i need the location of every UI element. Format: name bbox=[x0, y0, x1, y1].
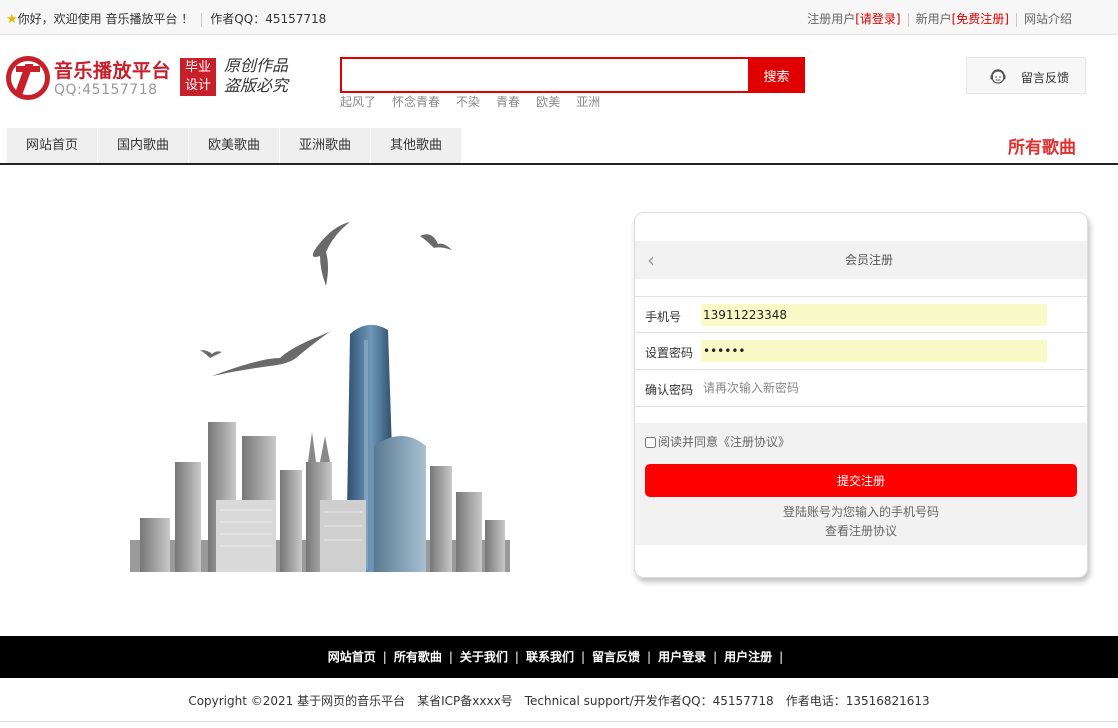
search-button[interactable]: 搜索 bbox=[748, 57, 805, 93]
graduation-badge: 毕业 设计 bbox=[180, 58, 216, 96]
footer-link-about[interactable]: 关于我们 bbox=[460, 650, 508, 664]
footer-link-login[interactable]: 用户登录 bbox=[658, 650, 706, 664]
password-label: 设置密码 bbox=[645, 346, 694, 360]
all-songs-link[interactable]: 所有歌曲 bbox=[1008, 133, 1076, 158]
footer-link-home[interactable]: 网站首页 bbox=[328, 650, 376, 664]
divider: | bbox=[514, 650, 519, 664]
phone-row: 手机号 bbox=[635, 296, 1087, 333]
author-qq-text: 作者QQ：45157718 bbox=[210, 12, 327, 26]
agree-checkbox-label[interactable]: 阅读并同意《注册协议》 bbox=[645, 433, 790, 450]
headset-icon bbox=[990, 69, 1006, 84]
icp-text: 某省ICP备xxxx号 bbox=[417, 694, 513, 708]
hot-word[interactable]: 起风了 bbox=[340, 95, 376, 109]
confirm-password-input[interactable] bbox=[701, 377, 1047, 399]
feedback-label: 留言反馈 bbox=[1021, 71, 1070, 85]
top-bar-right: 注册用户[请登录] 新用户[免费注册] 网站介绍 bbox=[807, 10, 1072, 27]
copyright-text: Copyright ©2021 基于网页的音乐平台 bbox=[188, 694, 406, 708]
hot-word[interactable]: 欧美 bbox=[536, 95, 560, 109]
divider: | bbox=[382, 650, 387, 664]
register-card: ‹ 会员注册 手机号 设置密码 确认密码 阅读并同意《注册协议》 提交注册 登陆… bbox=[634, 212, 1088, 578]
submit-register-button[interactable]: 提交注册 bbox=[645, 464, 1077, 497]
divider: | bbox=[779, 650, 784, 664]
nav-item-asian[interactable]: 亚洲歌曲 bbox=[280, 128, 370, 163]
phone-label: 手机号 bbox=[645, 310, 682, 324]
divider: | bbox=[580, 650, 586, 664]
footer-link-register[interactable]: 用户注册 bbox=[724, 650, 772, 664]
divider: | bbox=[448, 650, 453, 664]
search-input[interactable] bbox=[340, 57, 748, 93]
divider bbox=[907, 12, 909, 27]
feedback-button[interactable]: 留言反馈 bbox=[966, 57, 1086, 94]
star-icon: ★ bbox=[6, 12, 18, 27]
logo-mark-icon bbox=[6, 56, 50, 100]
nav-item-western[interactable]: 欧美歌曲 bbox=[189, 128, 279, 163]
nav-item-other[interactable]: 其他歌曲 bbox=[371, 128, 461, 163]
nav-item-domestic[interactable]: 国内歌曲 bbox=[98, 128, 188, 163]
footer-link-contact[interactable]: 联系我们 bbox=[526, 650, 574, 664]
divider: | bbox=[647, 650, 652, 664]
divider bbox=[201, 12, 203, 27]
agree-text: 阅读并同意《注册协议》 bbox=[658, 435, 791, 449]
hot-word[interactable]: 亚洲 bbox=[576, 95, 600, 109]
welcome-text: 你好，欢迎使用 音乐播放平台 ！ bbox=[17, 12, 194, 26]
bottom-divider bbox=[0, 721, 1118, 722]
logo-title: 音乐播放平台 bbox=[54, 60, 172, 82]
account-tip: 登陆账号为您输入的手机号码 bbox=[782, 505, 939, 519]
password-input[interactable] bbox=[701, 340, 1047, 362]
hot-word[interactable]: 怀念青春 bbox=[392, 95, 440, 109]
site-intro-link[interactable]: 网站介绍 bbox=[1024, 12, 1072, 26]
badge-line-1: 毕业 bbox=[184, 60, 211, 75]
nav-item-home[interactable]: 网站首页 bbox=[7, 128, 97, 163]
new-user-text: 新用户 bbox=[915, 12, 952, 26]
author-phone-text: 作者电话：13516821613 bbox=[785, 694, 930, 708]
copyright-bar: Copyright ©2021 基于网页的音乐平台 某省ICP备xxxx号 Tech… bbox=[0, 692, 1118, 709]
divider: | bbox=[713, 650, 718, 664]
password-row: 设置密码 bbox=[635, 333, 1087, 370]
hot-word[interactable]: 青春 bbox=[496, 95, 520, 109]
view-agreement-link[interactable]: 查看注册协议 bbox=[635, 522, 1087, 539]
slogan-line-2: 盗版必究 bbox=[224, 76, 289, 95]
top-bar-left: ★你好，欢迎使用 音乐播放平台 ！ 作者QQ：45157718 bbox=[6, 10, 326, 27]
support-text: Technical support/开发作者QQ：45157718 bbox=[524, 694, 774, 708]
register-header: ‹ 会员注册 bbox=[635, 241, 1087, 279]
hot-search-words: 起风了 怀念青春 不染 青春 欧美 亚洲 bbox=[340, 93, 616, 110]
main-nav: 网站首页 国内歌曲 欧美歌曲 亚洲歌曲 其他歌曲 所有歌曲 bbox=[0, 128, 1118, 165]
logo-qq: QQ:45157718 bbox=[54, 82, 158, 98]
agree-checkbox[interactable] bbox=[645, 437, 656, 448]
confirm-password-row: 确认密码 bbox=[635, 370, 1087, 407]
site-logo[interactable]: 音乐播放平台 QQ:45157718 毕业 设计 原创作品 盗版必究 bbox=[6, 54, 296, 102]
footer-link-all-songs[interactable]: 所有歌曲 bbox=[394, 650, 442, 664]
register-actions: 阅读并同意《注册协议》 提交注册 登陆账号为您输入的手机号码 查看注册协议 bbox=[635, 423, 1087, 545]
city-birds-illustration bbox=[130, 222, 510, 572]
register-title: 会员注册 bbox=[844, 253, 893, 267]
register-user-text: 注册用户 bbox=[807, 12, 856, 26]
top-bar: ★你好，欢迎使用 音乐播放平台 ！ 作者QQ：45157718 注册用户[请登录]… bbox=[0, 0, 1118, 35]
free-register-link[interactable]: [免费注册] bbox=[952, 12, 1009, 26]
footer-link-feedback[interactable]: 留言反馈 bbox=[592, 650, 640, 664]
logo-slogan: 原创作品 盗版必究 bbox=[224, 56, 288, 96]
login-link[interactable]: [请登录] bbox=[855, 12, 900, 26]
footer-nav: 网站首页 | 所有歌曲 | 关于我们 | 联系我们 | 留言反馈 | 用户登录 | 用户注册 | bbox=[0, 636, 1118, 678]
hot-word[interactable]: 不染 bbox=[456, 95, 480, 109]
slogan-line-1: 原创作品 bbox=[224, 56, 289, 75]
divider bbox=[1015, 12, 1017, 27]
confirm-password-label: 确认密码 bbox=[645, 383, 694, 397]
phone-input[interactable] bbox=[701, 304, 1047, 326]
search-bar: 搜索 bbox=[340, 57, 805, 93]
badge-line-2: 设计 bbox=[184, 78, 211, 93]
